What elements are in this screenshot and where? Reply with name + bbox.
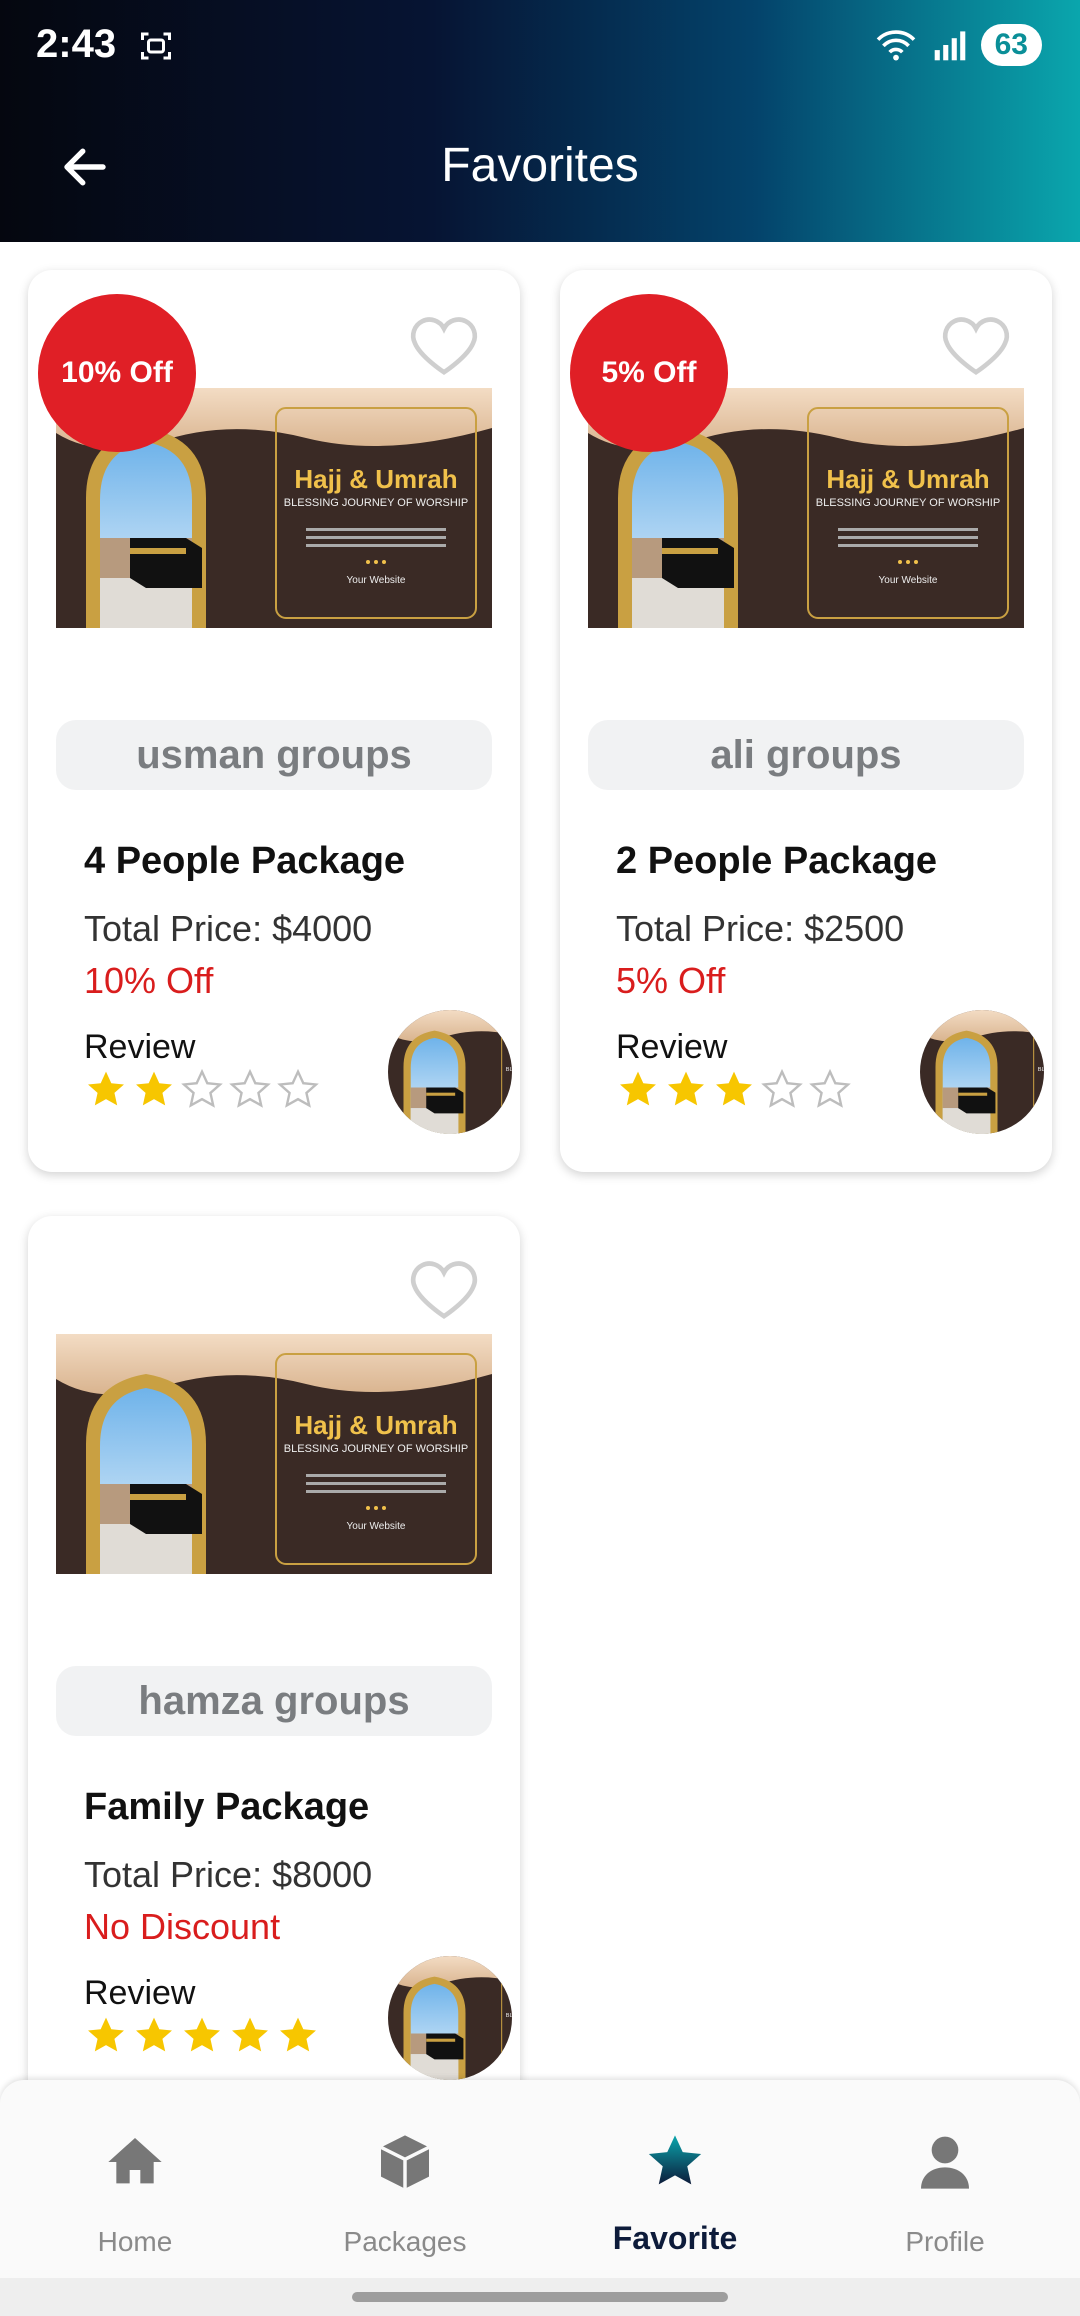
star-filled-icon	[716, 1071, 752, 1106]
star-empty-icon	[230, 1070, 270, 1107]
group-name: hamza groups	[56, 1666, 492, 1736]
package-name: Family Package	[84, 1786, 370, 1828]
review-label: Review	[616, 1028, 728, 1066]
star-filled-icon	[88, 2017, 124, 2052]
person-icon	[921, 2136, 969, 2189]
review-label: Review	[84, 1974, 196, 2012]
star-empty-icon	[810, 1070, 850, 1107]
package-image	[56, 1334, 492, 1574]
total-price: Total Price: $4000	[84, 908, 373, 949]
package-box-icon	[380, 2135, 430, 2189]
heart-icon[interactable]	[408, 314, 480, 378]
package-card[interactable]: 5% Off ali groups 2 People Package Total…	[560, 270, 1052, 1172]
review-label: Review	[84, 1028, 196, 1066]
nav-profile[interactable]: Profile	[810, 2080, 1080, 2278]
total-price: Total Price: $8000	[84, 1854, 373, 1895]
star-filled-icon	[184, 2017, 220, 2052]
wifi-icon	[876, 30, 915, 61]
agency-avatar	[388, 1010, 512, 1134]
agency-avatar	[388, 1956, 512, 2080]
package-name: 2 People Package	[616, 840, 938, 882]
star-filled-icon	[668, 1071, 704, 1106]
nav-favorite[interactable]: Favorite	[540, 2080, 810, 2278]
screenshot-icon	[141, 32, 171, 60]
group-name: usman groups	[56, 720, 492, 790]
signal-icon	[934, 31, 965, 61]
star-empty-icon	[278, 1070, 318, 1107]
rating-stars	[616, 1068, 852, 1112]
discount-text: 5% Off	[616, 960, 726, 1001]
status-time: 2:43	[36, 22, 117, 66]
status-icons: 63	[873, 24, 1042, 66]
star-filled-icon	[232, 2017, 268, 2052]
bottom-nav: Home Packages Favorite Profile	[0, 2080, 1080, 2278]
heart-icon[interactable]	[940, 314, 1012, 378]
package-card[interactable]: 10% Off usman groups 4 People Package To…	[28, 270, 520, 1172]
discount-text: No Discount	[84, 1906, 281, 1947]
star-empty-icon	[182, 1070, 222, 1107]
total-price: Total Price: $2500	[616, 908, 905, 949]
app-header: 2:43 63 Favorites	[0, 0, 1080, 242]
package-name: 4 People Package	[84, 840, 406, 882]
home-indicator-bar[interactable]	[352, 2292, 728, 2302]
battery-indicator: 63	[980, 24, 1042, 66]
page-title: Favorites	[441, 139, 639, 192]
star-filled-icon	[136, 2017, 172, 2052]
discount-badge: 5% Off	[570, 294, 728, 452]
discount-text: 10% Off	[84, 960, 214, 1001]
star-icon	[648, 2135, 702, 2185]
star-empty-icon	[762, 1070, 802, 1107]
heart-icon[interactable]	[408, 1258, 480, 1322]
system-gesture-area	[0, 2278, 1080, 2316]
rating-stars	[84, 2014, 320, 2058]
star-filled-icon	[88, 1071, 124, 1106]
nav-label: Packages	[343, 2226, 467, 2257]
home-icon	[108, 2138, 162, 2184]
star-filled-icon	[280, 2017, 316, 2052]
star-filled-icon	[136, 1071, 172, 1106]
nav-home[interactable]: Home	[0, 2080, 270, 2278]
star-filled-icon	[620, 1071, 656, 1106]
package-card[interactable]: hamza groups Family Package Total Price:…	[28, 1216, 520, 2116]
discount-badge: 10% Off	[38, 294, 196, 452]
nav-label: Profile	[905, 2226, 985, 2257]
agency-avatar	[920, 1010, 1044, 1134]
group-name: ali groups	[588, 720, 1024, 790]
nav-label: Home	[97, 2226, 173, 2257]
nav-label: Favorite	[612, 2220, 738, 2256]
nav-packages[interactable]: Packages	[270, 2080, 540, 2278]
rating-stars	[84, 1068, 320, 1112]
